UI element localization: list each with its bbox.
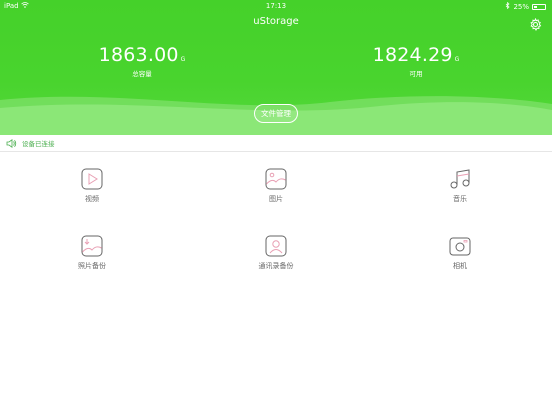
grid-item-music[interactable]: 音乐 [420,168,500,204]
device-status-bar: 设备已连接 [0,135,552,152]
grid-label-photo-backup: 照片备份 [78,262,106,270]
play-icon [81,168,103,190]
music-icon [449,168,471,190]
total-capacity: 1863.00 G 总容量 [98,44,186,78]
camera-icon [449,235,471,257]
image-icon [265,168,287,190]
available-unit: G [454,56,460,63]
grid-label-camera: 相机 [453,262,467,270]
battery-percent: 25% [513,2,529,11]
speaker-icon [6,138,17,148]
file-manage-button[interactable]: 文件管理 [254,104,298,123]
status-bar: iPad 17:13 25% [0,0,552,12]
photo-backup-icon [81,235,103,257]
total-value: 1863.00 [98,44,179,66]
grid-item-photo-backup[interactable]: 照片备份 [52,235,132,271]
app-title: uStorage [253,16,299,27]
available-value: 1824.29 [372,44,453,66]
grid-item-camera[interactable]: 相机 [420,235,500,271]
grid-item-contacts-backup[interactable]: 通讯录备份 [236,235,316,271]
grid-item-image[interactable]: 图片 [236,168,316,204]
total-label: 总容量 [132,70,152,78]
status-right: 25% [505,1,546,11]
total-unit: G [180,56,186,63]
available-capacity: 1824.29 G 可用 [372,44,460,78]
contacts-icon [265,235,287,257]
grid-label-contacts-backup: 通讯录备份 [258,262,294,270]
gear-icon[interactable] [529,16,542,31]
grid-item-video[interactable]: 视频 [52,168,132,204]
battery-icon [532,3,546,10]
header: iPad 17:13 25% uStorage 1863.00 G 总容量 182… [0,0,552,135]
grid-label-music: 音乐 [453,195,467,203]
bluetooth-icon [505,1,510,11]
grid-label-video: 视频 [85,195,99,203]
grid-label-image: 图片 [269,195,283,203]
status-time: 17:13 [265,2,287,10]
available-label: 可用 [409,70,423,78]
device-connected-label: 设备已连接 [22,140,55,148]
